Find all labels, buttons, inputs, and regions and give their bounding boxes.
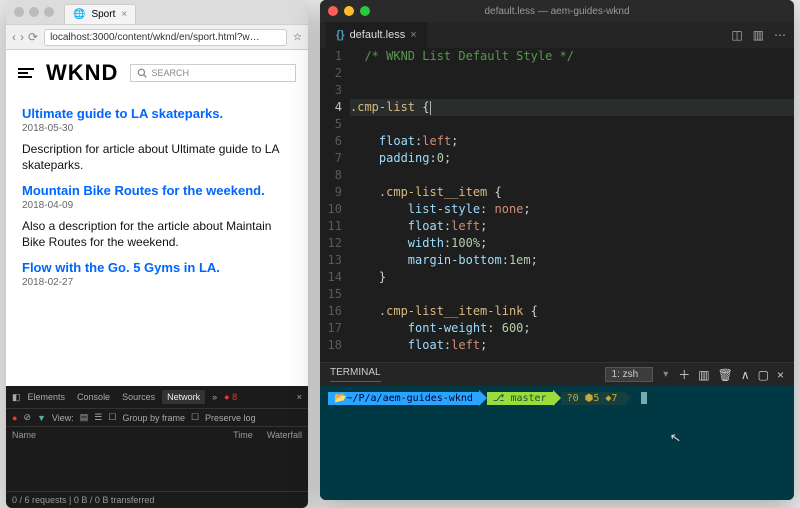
editor-titlebar: default.less — aem-guides-wknd: [320, 0, 794, 22]
back-icon[interactable]: ‹: [12, 30, 16, 44]
close-icon[interactable]: ×: [410, 29, 416, 41]
prompt-stats: ?0 ⬢5 ◆7: [561, 392, 624, 405]
article-title[interactable]: Ultimate guide to LA skateparks.: [22, 106, 292, 121]
inspect-icon[interactable]: ◧: [12, 392, 21, 403]
devtools-tab-elements[interactable]: Elements: [23, 390, 71, 404]
search-icon: [137, 68, 147, 78]
prompt-path: 📂~/P/a/aem-guides-wknd: [328, 392, 479, 405]
network-status: 0 / 6 requests | 0 B / 0 B transferred: [6, 491, 308, 508]
search-input[interactable]: SEARCH: [130, 64, 296, 82]
window-title: default.less — aem-guides-wknd: [484, 6, 629, 17]
new-terminal-icon[interactable]: ＋: [678, 366, 690, 383]
less-file-icon: {}: [336, 29, 345, 41]
terminal-body[interactable]: 📂~/P/a/aem-guides-wknd ⎇ master ?0 ⬢5 ◆7: [320, 386, 794, 500]
reload-icon[interactable]: ⟳: [28, 30, 38, 44]
browser-tab[interactable]: 🌐 Sport ×: [64, 4, 136, 24]
article-date: 2018-02-27: [22, 277, 292, 288]
tab-title: Sport: [91, 9, 115, 20]
article-title[interactable]: Flow with the Go. 5 Gyms in LA.: [22, 260, 292, 275]
browser-window: 🌐 Sport × ‹ › ⟳ localhost:3000/content/w…: [6, 0, 308, 508]
trash-icon[interactable]: 🗑: [718, 368, 733, 382]
page-content: WKND SEARCH Ultimate guide to LA skatepa…: [6, 50, 308, 386]
zoom-dot[interactable]: [360, 6, 370, 16]
article-date: 2018-05-30: [22, 123, 292, 134]
browser-titlebar: 🌐 Sport ×: [6, 0, 308, 24]
zoom-dot[interactable]: [44, 7, 54, 17]
prompt-branch: ⎇ master: [487, 392, 553, 405]
devtools-tab-console[interactable]: Console: [72, 390, 115, 404]
terminal-tabbar: TERMINAL 1: zsh ▾ ＋ ▥ 🗑 ∧ ▢ ×: [320, 362, 794, 386]
article-desc: Description for article about Ultimate g…: [22, 142, 292, 173]
traffic-lights: [6, 7, 54, 17]
terminal-tab[interactable]: TERMINAL: [330, 367, 381, 382]
article-date: 2018-04-09: [22, 200, 292, 211]
group-label: Group by frame: [122, 413, 185, 423]
minimize-dot[interactable]: [344, 6, 354, 16]
devtools-tab-more[interactable]: »: [207, 390, 222, 404]
article-title[interactable]: Mountain Bike Routes for the weekend.: [22, 183, 292, 198]
view-large-icon[interactable]: ▤: [80, 412, 89, 423]
view-small-icon[interactable]: ☰: [94, 412, 102, 423]
vscode-window: default.less — aem-guides-wknd {} defaul…: [320, 0, 794, 500]
article-desc: Also a description for the article about…: [22, 219, 292, 250]
url-bar: ‹ › ⟳ localhost:3000/content/wknd/en/spo…: [6, 24, 308, 50]
record-icon[interactable]: ●: [12, 413, 17, 423]
search-placeholder: SEARCH: [151, 68, 189, 78]
editor-tab[interactable]: {} default.less ×: [326, 22, 427, 48]
editor-tabstrip: {} default.less × ◫ ▥ ⋯: [320, 22, 794, 48]
git-branch-icon: ⎇: [493, 393, 511, 404]
devtools-close-icon[interactable]: ×: [297, 392, 302, 402]
close-dot[interactable]: [328, 6, 338, 16]
preserve-label: Preserve log: [205, 413, 256, 423]
close-dot[interactable]: [14, 7, 24, 17]
filter-icon[interactable]: ▼: [37, 413, 46, 423]
star-icon[interactable]: ☆: [293, 32, 302, 43]
url-input[interactable]: localhost:3000/content/wknd/en/sport.htm…: [44, 29, 287, 46]
devtools-tab-network[interactable]: Network: [162, 390, 205, 404]
col-time[interactable]: Time: [233, 430, 253, 440]
brand-logo: WKND: [46, 60, 118, 86]
menu-icon[interactable]: [18, 68, 34, 78]
maximize-icon[interactable]: ▢: [758, 368, 769, 382]
forward-icon[interactable]: ›: [20, 30, 24, 44]
col-name[interactable]: Name: [12, 430, 36, 440]
split-icon[interactable]: ▥: [753, 28, 764, 42]
split-terminal-icon[interactable]: ▥: [698, 368, 709, 382]
compare-icon[interactable]: ◫: [731, 28, 742, 42]
more-icon[interactable]: ⋯: [774, 28, 786, 42]
chevron-up-icon[interactable]: ∧: [741, 368, 750, 382]
code-editor[interactable]: 123456789101112131415161718 /* WKND List…: [320, 48, 794, 362]
editor-tab-label: default.less: [350, 29, 406, 41]
devtools-tab-sources[interactable]: Sources: [117, 390, 160, 404]
clear-icon[interactable]: ⊘: [23, 412, 31, 423]
chevron-down-icon[interactable]: ▾: [663, 369, 668, 380]
terminal-cursor: [641, 392, 647, 404]
error-badge[interactable]: ● 8: [224, 392, 237, 402]
folder-icon: 📂: [334, 393, 346, 404]
minimize-dot[interactable]: [29, 7, 39, 17]
close-panel-icon[interactable]: ×: [777, 368, 784, 382]
devtools-panel: ◧ Elements Console Sources Network » ● 8…: [6, 386, 308, 508]
view-label: View:: [52, 413, 74, 423]
col-waterfall[interactable]: Waterfall: [267, 430, 302, 440]
close-icon[interactable]: ×: [121, 9, 127, 20]
terminal-select[interactable]: 1: zsh: [605, 367, 654, 382]
globe-icon: 🌐: [73, 9, 85, 20]
group-checkbox[interactable]: ☐: [108, 412, 116, 423]
preserve-checkbox[interactable]: ☐: [191, 412, 199, 423]
